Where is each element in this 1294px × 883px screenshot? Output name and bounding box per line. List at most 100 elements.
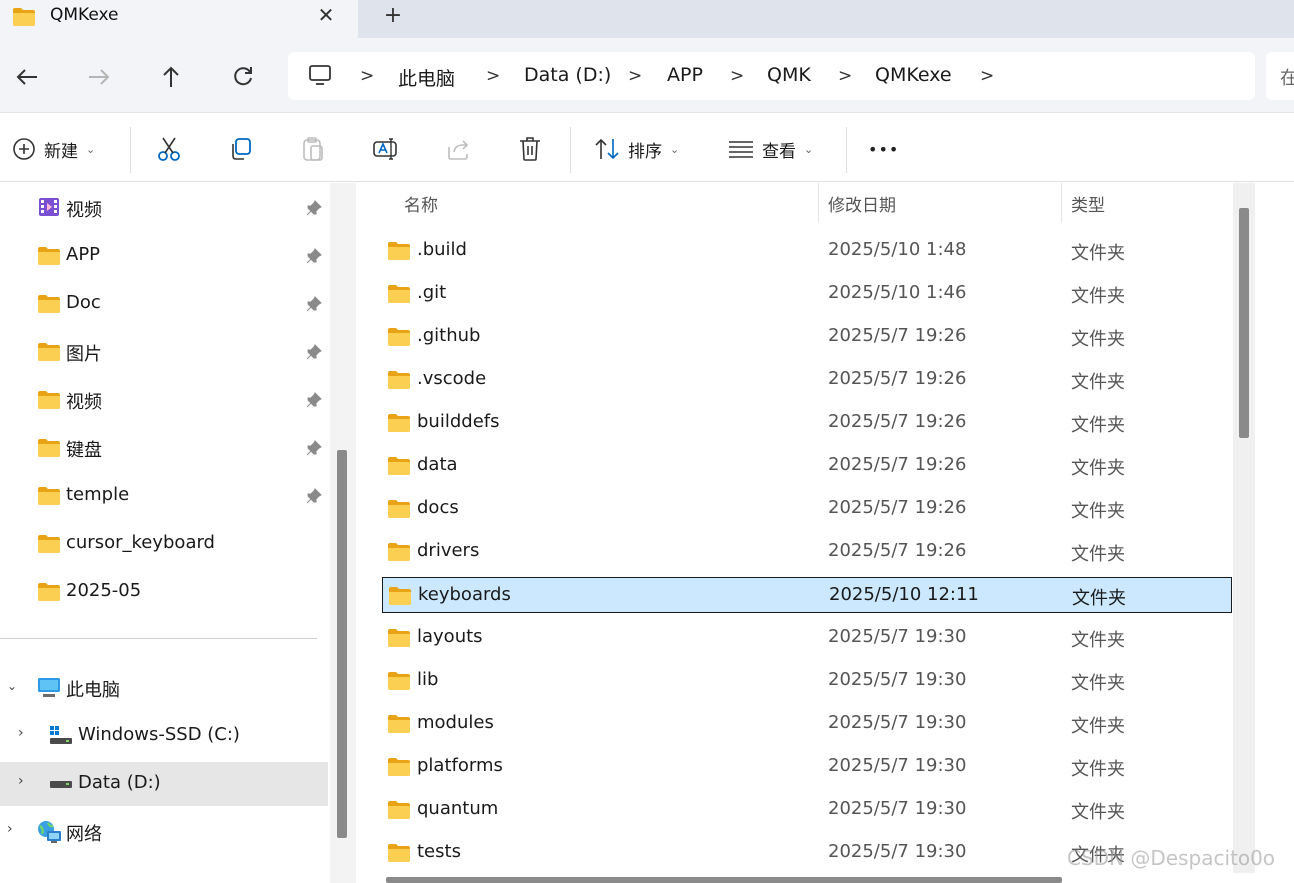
view-button[interactable]: 查看 ⌄ xyxy=(728,135,813,163)
sidebar-item-doc[interactable]: Doc xyxy=(0,282,330,326)
file-row-builddefs[interactable]: builddefs 2025/5/7 19:26 文件夹 xyxy=(382,405,1232,441)
folder-icon xyxy=(388,586,412,606)
file-name: .build xyxy=(417,239,467,260)
sort-icon xyxy=(595,138,619,160)
sidebar-item-label: 视频 xyxy=(66,200,102,221)
pin-icon[interactable] xyxy=(306,488,322,504)
file-type: 文件夹 xyxy=(1071,802,1125,823)
pin-icon[interactable] xyxy=(306,440,322,456)
sort-button[interactable]: 排序 ⌄ xyxy=(594,135,679,163)
column-header-type[interactable]: 类型 xyxy=(1071,191,1105,216)
search-input[interactable]: 在 xyxy=(1266,52,1294,100)
file-row-vscode[interactable]: .vscode 2025/5/7 19:26 文件夹 xyxy=(382,362,1232,398)
folder-icon xyxy=(387,757,411,777)
sidebar-item-app[interactable]: APP xyxy=(0,234,330,278)
file-list-horizontal-scrollbar-thumb[interactable] xyxy=(386,877,1062,883)
chevron-right-icon[interactable]: › xyxy=(7,821,13,837)
tab-title: QMKexe xyxy=(50,5,119,25)
sidebar-item-data-d[interactable]: › Data (D:) xyxy=(0,762,328,806)
refresh-button[interactable] xyxy=(228,62,258,92)
sidebar-item-windows-ssd[interactable]: › Windows-SSD (C:) xyxy=(0,714,330,758)
breadcrumb-separator[interactable]: > xyxy=(980,66,994,86)
sort-label: 排序 xyxy=(628,141,662,162)
paste-button[interactable] xyxy=(301,135,325,163)
back-button[interactable] xyxy=(12,62,42,92)
address-bar[interactable]: > 此电脑 > Data (D:) > APP > QMK > QMKexe > xyxy=(288,52,1255,100)
breadcrumb-separator[interactable]: > xyxy=(730,66,744,86)
delete-button[interactable] xyxy=(518,135,542,163)
sidebar-item-label: 图片 xyxy=(66,344,102,365)
breadcrumb-separator[interactable]: > xyxy=(360,66,374,86)
file-row-data[interactable]: data 2025/5/7 19:26 文件夹 xyxy=(382,448,1232,484)
more-options-button[interactable]: ••• xyxy=(868,135,899,163)
folder-icon xyxy=(387,714,411,734)
breadcrumb-separator[interactable]: > xyxy=(838,66,852,86)
sidebar-scrollbar-thumb[interactable] xyxy=(337,450,347,838)
sidebar-item-2025-05[interactable]: 2025-05 xyxy=(0,570,330,614)
file-name: lib xyxy=(417,669,439,690)
sidebar-item-pictures[interactable]: 图片 xyxy=(0,330,330,374)
copy-button[interactable] xyxy=(229,135,253,163)
breadcrumb-data-d[interactable]: Data (D:) xyxy=(524,64,611,86)
breadcrumb-separator[interactable]: > xyxy=(628,66,642,86)
pin-icon[interactable] xyxy=(306,344,322,360)
sidebar-item-temple[interactable]: temple xyxy=(0,474,330,518)
file-modified-date: 2025/5/7 19:30 xyxy=(828,755,967,776)
file-row-git[interactable]: .git 2025/5/10 1:46 文件夹 xyxy=(382,276,1232,312)
chevron-right-icon[interactable]: › xyxy=(18,773,24,789)
tab-qmkexe[interactable]: QMKexe ✕ xyxy=(0,0,358,38)
share-button[interactable] xyxy=(446,135,470,163)
file-row-quantum[interactable]: quantum 2025/5/7 19:30 文件夹 xyxy=(382,792,1232,828)
pin-icon[interactable] xyxy=(306,392,322,408)
file-row-docs[interactable]: docs 2025/5/7 19:26 文件夹 xyxy=(382,491,1232,527)
file-list-scrollbar-thumb[interactable] xyxy=(1239,208,1249,438)
breadcrumb-qmkexe[interactable]: QMKexe xyxy=(875,64,952,86)
up-button[interactable] xyxy=(156,62,186,92)
sidebar-item-network[interactable]: › 网络 xyxy=(0,810,330,854)
file-row-build[interactable]: .build 2025/5/10 1:48 文件夹 xyxy=(382,233,1232,269)
sidebar-item-keyboard[interactable]: 键盘 xyxy=(0,426,330,470)
sidebar-item-this-pc[interactable]: ⌄ 此电脑 xyxy=(0,666,330,710)
sidebar-item-cursor-keyboard[interactable]: cursor_keyboard xyxy=(0,522,330,566)
file-row-modules[interactable]: modules 2025/5/7 19:30 文件夹 xyxy=(382,706,1232,742)
divider xyxy=(130,127,131,173)
breadcrumb-separator[interactable]: > xyxy=(486,66,500,86)
file-modified-date: 2025/5/7 19:30 xyxy=(828,841,967,862)
refresh-icon xyxy=(234,67,252,86)
file-row-platforms[interactable]: platforms 2025/5/7 19:30 文件夹 xyxy=(382,749,1232,785)
breadcrumb-this-pc[interactable]: 此电脑 xyxy=(398,64,455,91)
new-button[interactable]: 新建 ⌄ xyxy=(12,135,95,163)
command-bar: 新建 ⌄ 排序 ⌄ 查看 ⌄ ••• xyxy=(0,112,1294,182)
sidebar-item-videos[interactable]: 视频 xyxy=(0,186,330,230)
pin-icon[interactable] xyxy=(306,248,322,264)
file-name: builddefs xyxy=(417,411,500,432)
column-divider[interactable] xyxy=(818,183,819,223)
pin-icon[interactable] xyxy=(306,296,322,312)
new-tab-button[interactable]: + xyxy=(380,3,406,29)
file-type: 文件夹 xyxy=(1071,716,1125,737)
file-type: 文件夹 xyxy=(1071,329,1125,350)
file-row-lib[interactable]: lib 2025/5/7 19:30 文件夹 xyxy=(382,663,1232,699)
sidebar-item-videos-folder[interactable]: 视频 xyxy=(0,378,330,422)
cut-button[interactable] xyxy=(157,135,181,163)
pin-icon[interactable] xyxy=(306,200,322,216)
file-modified-date: 2025/5/7 19:30 xyxy=(828,798,967,819)
chevron-right-icon[interactable]: › xyxy=(18,725,24,741)
folder-icon xyxy=(387,241,411,261)
windows-drive-icon xyxy=(50,726,72,744)
close-tab-icon[interactable]: ✕ xyxy=(314,3,338,27)
file-row-github[interactable]: .github 2025/5/7 19:26 文件夹 xyxy=(382,319,1232,355)
forward-button[interactable] xyxy=(84,62,114,92)
file-row-layouts[interactable]: layouts 2025/5/7 19:30 文件夹 xyxy=(382,620,1232,656)
column-header-modified[interactable]: 修改日期 xyxy=(828,191,896,216)
column-divider[interactable] xyxy=(1061,183,1062,223)
breadcrumb-qmk[interactable]: QMK xyxy=(767,64,811,86)
add-circle-icon xyxy=(13,138,35,160)
breadcrumb-app[interactable]: APP xyxy=(667,64,703,86)
rename-button[interactable] xyxy=(373,135,399,163)
file-row-drivers[interactable]: drivers 2025/5/7 19:26 文件夹 xyxy=(382,534,1232,570)
file-row-keyboards[interactable]: keyboards 2025/5/10 12:11 文件夹 xyxy=(382,577,1232,613)
chevron-down-icon[interactable]: ⌄ xyxy=(7,679,17,693)
column-header-name[interactable]: 名称 xyxy=(404,191,438,216)
file-type: 文件夹 xyxy=(1071,501,1125,522)
